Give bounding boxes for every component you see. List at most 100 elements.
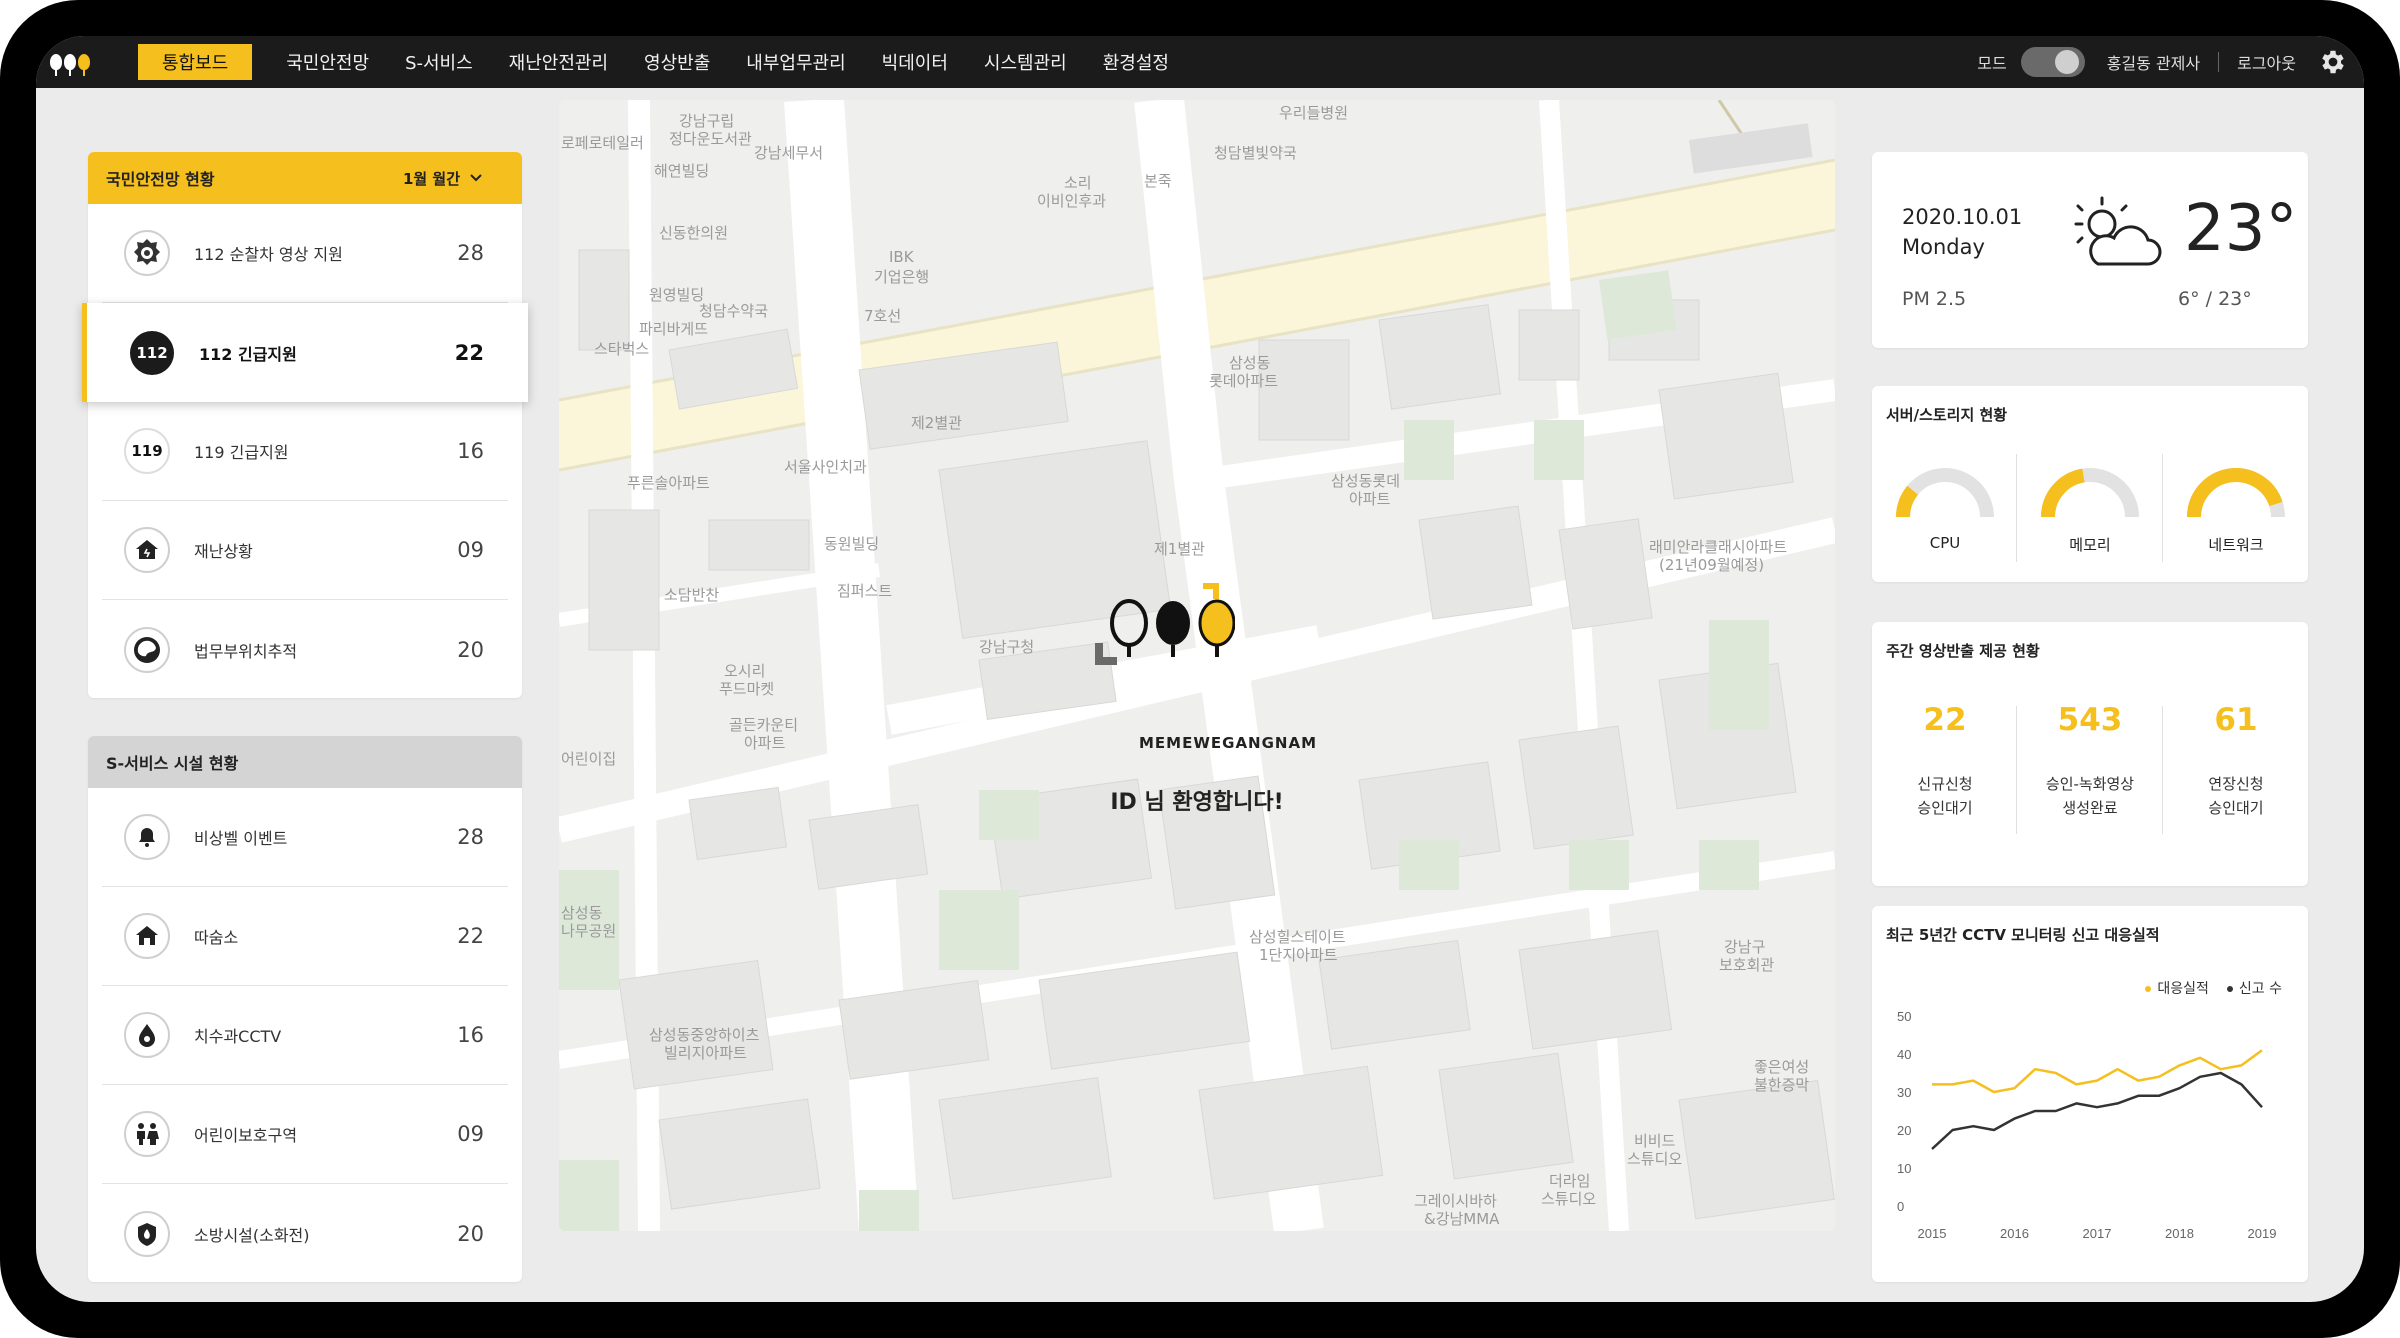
chevron-down-icon (470, 174, 482, 182)
server-storage-panel: 서버/스토리지 현황 CPU 메모리 네트워크 (1872, 386, 2308, 582)
gauge-fill (1896, 485, 1919, 518)
partly-cloudy-icon (2074, 196, 2162, 266)
item-label: 어린이보호구역 (194, 1126, 298, 1145)
stat-line: 승인-녹화영상 (2045, 775, 2135, 793)
gauge-label: 메모리 (2069, 536, 2111, 554)
children-icon (124, 1111, 170, 1157)
gear-icon[interactable] (2314, 43, 2352, 81)
list-item[interactable]: 법무부위치추적 20 (102, 600, 508, 699)
app-logo[interactable] (50, 54, 110, 76)
item-label: 119 긴급지원 (194, 443, 289, 462)
series-line-response (1932, 1049, 2263, 1094)
map-place-label: 강남구청 (979, 638, 1035, 656)
panel-title: S-서비스 시설 현황 (106, 754, 239, 773)
logo-pin-icon (50, 54, 62, 76)
water-drop-icon (124, 1012, 170, 1058)
stat-line: 승인대기 (1917, 799, 1973, 817)
item-label: 재난상황 (194, 542, 253, 561)
s-service-panel: S-서비스 시설 현황 비상벨 이벤트 28 따숨소 22 치수과CCTV 16 (88, 736, 522, 1282)
menu-item-public-safety[interactable]: 국민안전망 (268, 36, 387, 88)
stat-desc: 연장신청 승인대기 (2163, 772, 2309, 820)
list-item[interactable]: 재난상황 09 (102, 501, 508, 600)
list-item[interactable]: 소방시설(소화전) 20 (102, 1184, 508, 1283)
map-place-label: 롯데아파트 (1209, 372, 1279, 390)
stat-line: 신규신청 (1917, 775, 1973, 793)
map-place-label: 동원빌딩 (824, 535, 880, 553)
map-view[interactable]: 강남구립 정다운도서관 로페로테일러 강남세무서 해연빌딩 신동한의원 원영빌딩 청담수약국 파… (559, 100, 1835, 1231)
map-place-label: 청담별빛약국 (1214, 144, 1297, 162)
list-item[interactable]: 112 순찰차 영상 지원 28 (102, 204, 508, 303)
item-label: 법무부위치추적 (194, 641, 298, 661)
menu-item-video-export[interactable]: 영상반출 (626, 36, 728, 88)
map-place-label: 이비인후과 (1037, 192, 1107, 210)
user-area: 모드 홍길동 관제사 로그아웃 (1977, 43, 2352, 81)
map-place-label: 정다운도서관 (669, 130, 752, 148)
list-item[interactable]: 어린이보호구역 09 (102, 1085, 508, 1184)
item-label: 따숨소 (194, 928, 239, 947)
house-disaster-icon (124, 527, 170, 573)
menu-item-s-service[interactable]: S-서비스 (387, 36, 491, 88)
list-item[interactable]: 따숨소 22 (102, 887, 508, 986)
menu-item-dashboard[interactable]: 통합보드 (138, 44, 253, 80)
divider (2218, 52, 2220, 72)
list-item[interactable]: 치수과CCTV 16 (102, 986, 508, 1085)
map-place-label: 아파트 (1349, 490, 1391, 508)
period-select[interactable]: 1월 월간 (403, 168, 482, 189)
item-count: 22 (457, 924, 484, 948)
logout-link[interactable]: 로그아웃 (2237, 50, 2296, 74)
logo-pin-icon (64, 54, 76, 76)
x-tick-label: 2015 (1918, 1226, 1947, 1241)
stat-value: 543 (2057, 702, 2123, 738)
memewe-logo-icon (1095, 583, 1235, 665)
menu-item-system[interactable]: 시스템관리 (966, 36, 1085, 88)
y-tick-label: 20 (1897, 1123, 1911, 1138)
mode-toggle[interactable] (2020, 47, 2085, 77)
map-place-label: 서울사인치과 (784, 458, 867, 476)
list-item[interactable]: 비상벨 이벤트 28 (102, 788, 508, 887)
item-count: 16 (457, 1023, 484, 1047)
gauge-label: 네트워크 (2208, 536, 2264, 554)
map-place-label: 소담반찬 (664, 586, 720, 604)
map-place-label: 강남세무서 (754, 144, 824, 162)
stat-recordings-generated[interactable]: 543 승인-녹화영상 생성완료 (2017, 702, 2163, 820)
stat-new-requests[interactable]: 22 신규신청 승인대기 (1872, 702, 2018, 820)
gauge-label: CPU (1929, 534, 1961, 552)
x-tick-label: 2016 (2000, 1226, 2029, 1241)
map-place-label: 스튜디오 (1627, 1150, 1683, 1168)
list-item[interactable]: 119 119 긴급지원 16 (102, 402, 508, 501)
badge-text: 112 (130, 330, 174, 375)
map-place-label: 빌리지아파트 (664, 1044, 747, 1062)
y-tick-label: 30 (1897, 1085, 1911, 1100)
map-place-label: 기업은행 (874, 268, 930, 286)
map-place-label: 짐퍼스트 (837, 582, 893, 600)
stat-desc: 승인-녹화영상 생성완료 (2017, 772, 2163, 820)
police-badge-icon (124, 230, 170, 276)
y-tick-label: 40 (1897, 1047, 1911, 1062)
menu-item-big-data[interactable]: 빅데이터 (864, 36, 966, 88)
item-label: 112 순찰차 영상 지원 (194, 245, 343, 264)
logo-pin-icon (78, 54, 90, 76)
line-chart: 0 10 20 30 40 50 2015 2016 2017 2018 2019 (1897, 1009, 2276, 1241)
menu-item-settings[interactable]: 환경설정 (1085, 36, 1187, 88)
x-tick-label: 2017 (2083, 1226, 2112, 1241)
menu-item-internal-work[interactable]: 내부업무관리 (728, 36, 863, 88)
list-item-selected[interactable]: 112 112 긴급지원 22 (82, 303, 528, 402)
welcome-message: ID 님 환영합니다! (1110, 790, 1284, 815)
menu-item-disaster-safety[interactable]: 재난안전관리 (491, 36, 626, 88)
map-place-label: &강남MMA (1424, 1210, 1500, 1228)
weather-panel: 2020.10.01 Monday PM 2.5 23° 6° / 23° (1872, 152, 2308, 348)
gauge-fill (2187, 468, 2283, 518)
stat-desc: 신규신청승인대기 (1872, 772, 2018, 820)
map-place-label: 파리바게뜨 (639, 320, 709, 338)
stat-extension-requests[interactable]: 61 연장신청 승인대기 (2163, 702, 2309, 820)
stat-value: 61 (2214, 702, 2258, 738)
map-place-label: 로페로테일러 (561, 134, 644, 152)
map-place-label: 원영빌딩 (649, 286, 705, 304)
temperature-range: 6° / 23° (2178, 288, 2252, 310)
pm-label: PM 2.5 (1902, 288, 1967, 310)
map-place-label: 푸드마켓 (719, 680, 775, 698)
item-count: 20 (457, 1221, 484, 1246)
map-place-label: 본죽 (1144, 172, 1172, 190)
toggle-knob (2054, 50, 2079, 74)
cctv-chart-panel: 최근 5년간 CCTV 모니터링 신고 대응실적 대응실적 신고 수 0 10 20… (1872, 906, 2308, 1282)
